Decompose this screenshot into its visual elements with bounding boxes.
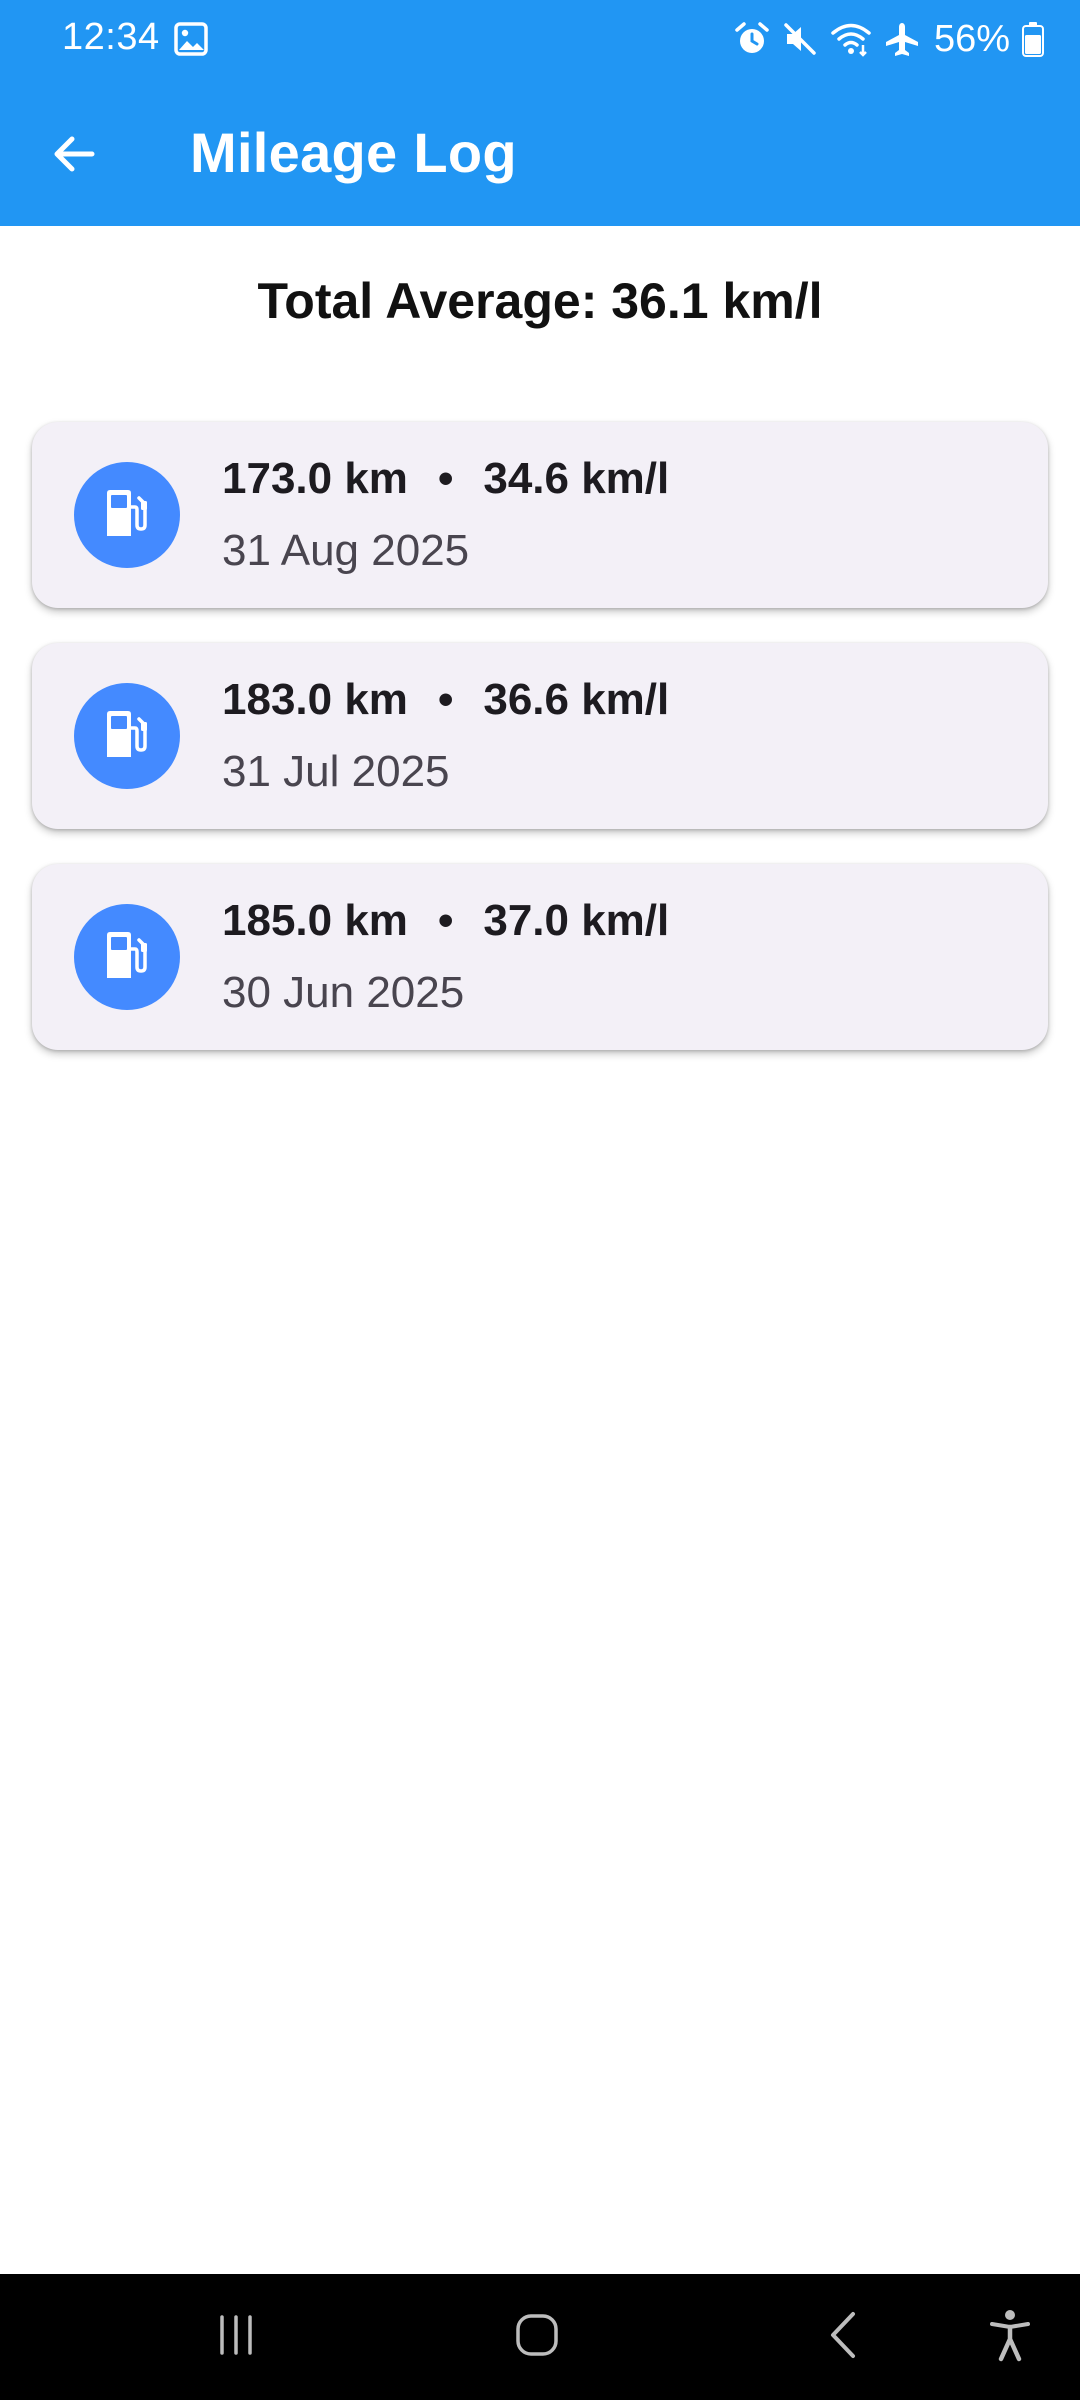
- fuel-pump-avatar: [74, 904, 180, 1010]
- arrow-back-icon: [50, 130, 98, 183]
- accessibility-button[interactable]: [980, 2302, 1040, 2372]
- app-bar: Mileage Log: [0, 78, 1080, 226]
- log-entry-date: 31 Aug 2025: [222, 526, 470, 575]
- distance-value: 173.0 km: [222, 454, 408, 503]
- distance-value: 183.0 km: [222, 675, 408, 724]
- total-average-label: Total Average: 36.1 km/l: [257, 273, 823, 329]
- mileage-value: 34.6 km/l: [483, 454, 670, 503]
- log-entry-primary: 183.0 km • 36.6 km/l: [222, 675, 669, 725]
- accessibility-icon: [988, 2308, 1032, 2367]
- fuel-pump-avatar: [74, 462, 180, 568]
- home-icon: [514, 2312, 560, 2363]
- fuel-pump-icon: [101, 929, 153, 986]
- fuel-pump-icon: [101, 708, 153, 765]
- page-title: Mileage Log: [190, 121, 517, 184]
- log-entry-primary: 185.0 km • 37.0 km/l: [222, 896, 669, 946]
- top-app-area: 12:34 56% Mileage Log: [0, 0, 1080, 226]
- mileage-log-list: 173.0 km • 34.6 km/l 31 Aug 2025 183.0 km •…: [32, 422, 1048, 1085]
- separator-dot: •: [437, 454, 454, 503]
- log-entry-date: 30 Jun 2025: [222, 968, 465, 1017]
- status-bar: 12:34 56%: [0, 0, 1080, 78]
- back-button[interactable]: [36, 118, 112, 194]
- separator-dot: •: [437, 896, 454, 945]
- recent-apps-icon: [214, 2313, 258, 2362]
- log-entry-primary: 173.0 km • 34.6 km/l: [222, 454, 669, 504]
- alarm-icon: [734, 21, 770, 57]
- log-entry-date: 31 Jul 2025: [222, 747, 450, 796]
- mileage-value: 36.6 km/l: [483, 675, 670, 724]
- log-entry-card[interactable]: 183.0 km • 36.6 km/l 31 Jul 2025: [32, 643, 1048, 829]
- airplane-icon: [884, 21, 920, 57]
- fuel-pump-icon: [101, 487, 153, 544]
- home-button[interactable]: [500, 2302, 574, 2372]
- screen: 12:34 56% Mileage Log Total Average: 36.…: [0, 0, 1080, 2400]
- log-entry-card[interactable]: 173.0 km • 34.6 km/l 31 Aug 2025: [32, 422, 1048, 608]
- mileage-value: 37.0 km/l: [483, 896, 670, 945]
- mute-icon: [782, 21, 818, 57]
- separator-dot: •: [437, 675, 454, 724]
- battery-icon: [1022, 21, 1044, 57]
- image-icon: [174, 22, 208, 56]
- back-icon: [825, 2310, 859, 2365]
- status-icons: 56%: [734, 14, 1044, 64]
- distance-value: 185.0 km: [222, 896, 408, 945]
- battery-percent: 56%: [933, 17, 1010, 60]
- recent-apps-button[interactable]: [200, 2302, 272, 2372]
- fuel-pump-avatar: [74, 683, 180, 789]
- system-back-button[interactable]: [812, 2302, 872, 2372]
- wifi-icon: [830, 21, 872, 57]
- log-entry-card[interactable]: 185.0 km • 37.0 km/l 30 Jun 2025: [32, 864, 1048, 1050]
- status-time: 12:34: [62, 16, 160, 58]
- system-navigation-bar: [0, 2274, 1080, 2400]
